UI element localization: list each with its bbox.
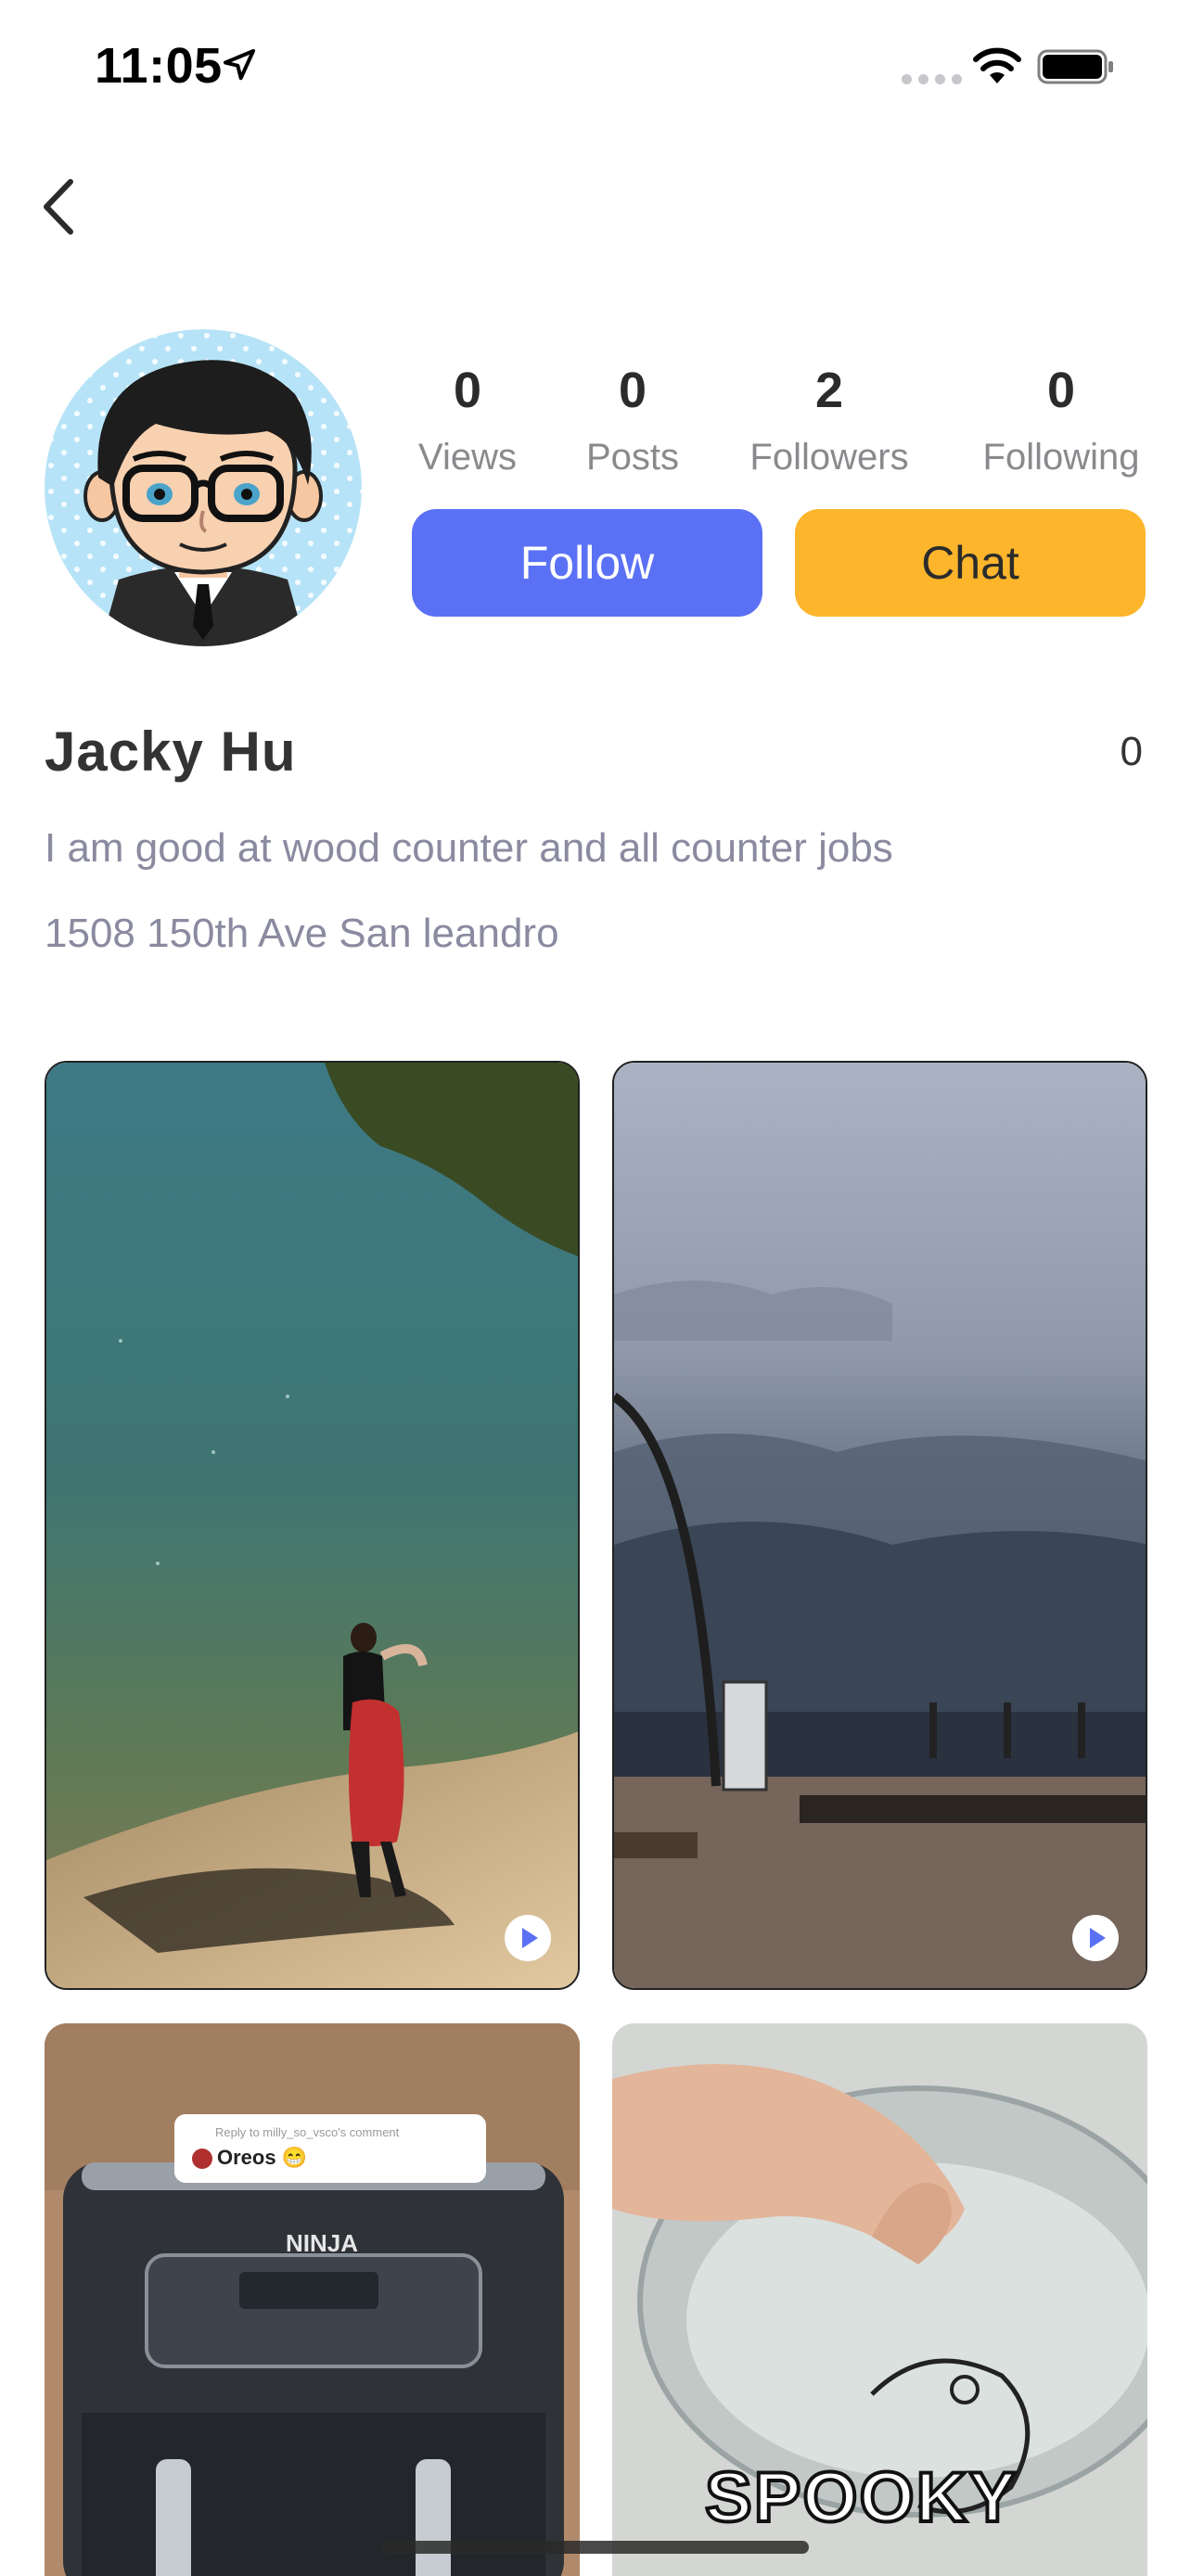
back-button[interactable] [35,174,87,239]
stat-value: 0 [453,363,482,418]
profile-address: 1508 150th Ave San leandro [45,911,559,956]
comment-text: Oreos 😁 [217,2146,308,2169]
status-time: 11:05 [95,38,223,94]
stat-followers[interactable]: 2 Followers [736,362,922,482]
post-caption: SPOOKY [703,2456,1018,2539]
post-tile-video-2[interactable] [612,1061,1147,1990]
stat-posts[interactable]: 0 Posts [540,362,725,482]
avatar[interactable] [45,329,362,646]
stat-value: 0 [1046,363,1076,418]
stat-value: 2 [814,363,844,418]
post-tile-4[interactable]: SPOOKY [612,2023,1147,2576]
profile-name: Jacky Hu [45,721,297,783]
brand-label: NINJA [286,2229,359,2257]
stat-label: Followers [749,437,909,478]
home-indicator[interactable] [382,2541,809,2554]
play-icon [505,1915,551,1961]
chat-button[interactable]: Chat [795,509,1146,617]
comment-header: Reply to milly_so_vsco's comment [215,2125,400,2139]
profile-count: 0 [1120,729,1143,774]
stat-views[interactable]: 0 Views [375,362,560,482]
play-icon [1072,1915,1119,1961]
stat-label: Posts [585,437,680,478]
video-thumbnail [46,1063,578,1988]
stat-label: Views [418,437,517,478]
profile-screen: 11:05 0 Views 0 Posts 2 Followers 0 Foll… [0,0,1191,2576]
cartoon-avatar-image [45,329,362,646]
stat-following[interactable]: 0 Following [968,362,1154,482]
video-thumbnail [614,1063,1146,1988]
profile-bio: I am good at wood counter and all counte… [45,825,893,871]
location-arrow-icon [224,49,255,81]
signal-icon [902,74,962,84]
post-thumbnail [45,2023,580,2576]
battery-icon [1037,49,1113,84]
post-tile-3[interactable]: Reply to milly_so_vsco's comment Oreos 😁… [45,2023,580,2576]
follow-button[interactable]: Follow [412,509,762,617]
stat-label: Following [982,437,1140,478]
stat-value: 0 [618,363,647,418]
wifi-icon [973,47,1021,83]
status-bar: 11:05 [0,0,1191,130]
post-tile-video-1[interactable] [45,1061,580,1990]
